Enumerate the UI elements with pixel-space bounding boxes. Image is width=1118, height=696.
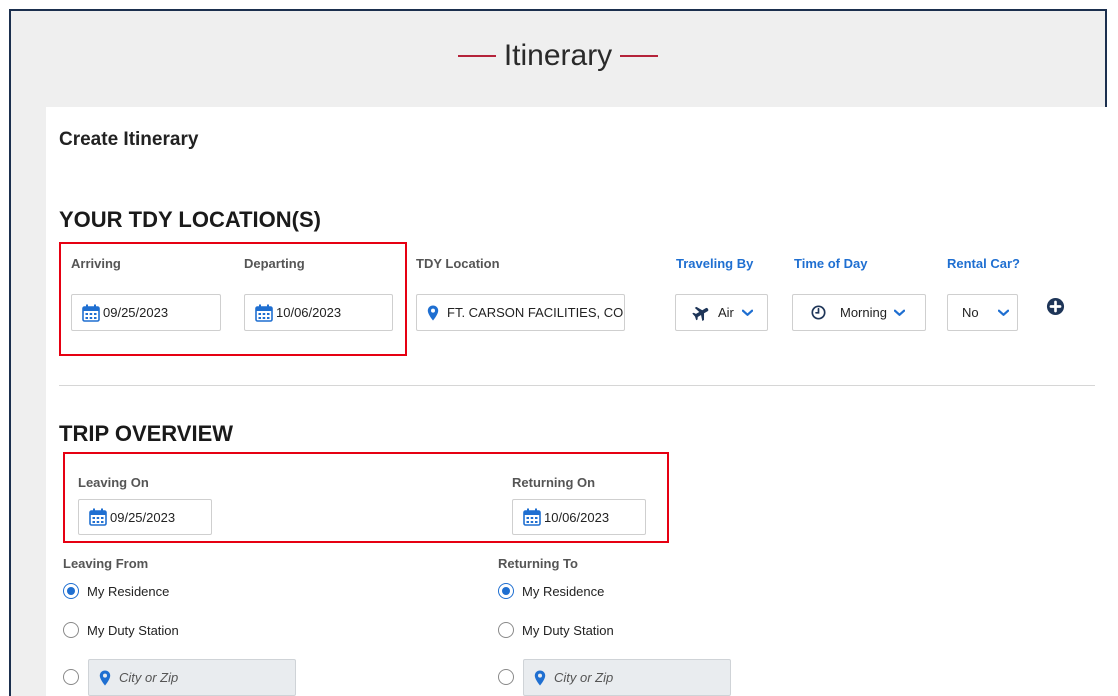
traveling-by-select[interactable]: Air [675, 294, 768, 331]
window-frame: Itinerary Create Itinerary YOUR TDY LOCA… [9, 9, 1109, 696]
arriving-date-input[interactable]: 09/25/2023 [71, 294, 221, 331]
leaving-from-residence-label: My Residence [87, 583, 170, 599]
chevron-down-icon [741, 309, 753, 316]
calendar-icon [89, 508, 107, 526]
title-rule-left [457, 55, 496, 57]
section-divider [59, 385, 1095, 386]
itinerary-card: Create Itinerary YOUR TDY LOCATION(S) Ar… [46, 107, 1109, 696]
leaving-on-label: Leaving On [78, 475, 149, 490]
calendar-icon [523, 508, 541, 526]
returning-to-duty-station-radio[interactable] [498, 622, 514, 638]
rental-car-select[interactable]: No [947, 294, 1018, 331]
returning-to-city-radio[interactable] [498, 669, 514, 685]
leaving-from-city-radio[interactable] [63, 669, 79, 685]
returning-to-residence-label: My Residence [522, 583, 605, 599]
returning-to-city-option[interactable] [498, 669, 522, 685]
add-location-button[interactable] [1046, 297, 1065, 316]
leaving-on-date-value: 09/25/2023 [110, 509, 176, 525]
rental-car-label: Rental Car? [947, 256, 1020, 271]
returning-on-label: Returning On [512, 475, 596, 490]
leaving-on-date-input[interactable]: 09/25/2023 [78, 499, 212, 535]
departing-date-input[interactable]: 10/06/2023 [244, 294, 393, 331]
returning-on-date-value: 10/06/2023 [544, 509, 610, 525]
airplane-icon [692, 306, 709, 321]
chevron-down-icon [893, 309, 905, 316]
calendar-icon [82, 304, 100, 322]
traveling-by-label: Traveling By [676, 256, 754, 271]
map-pin-icon [99, 670, 111, 685]
returning-on-date-input[interactable]: 10/06/2023 [512, 499, 646, 535]
returning-to-residence-radio[interactable] [498, 583, 514, 599]
map-pin-icon [534, 670, 546, 685]
leaving-from-duty-station-option[interactable]: My Duty Station [63, 622, 179, 638]
map-pin-icon [427, 305, 439, 320]
chevron-down-icon [997, 309, 1009, 316]
leaving-from-residence-option[interactable]: My Residence [63, 583, 169, 599]
tdy-location-label: TDY Location [416, 256, 500, 271]
calendar-icon [255, 304, 273, 322]
returning-to-city-input[interactable]: City or Zip [523, 659, 731, 696]
arriving-date-value: 09/25/2023 [103, 305, 169, 320]
tdy-location-value: FT. CARSON FACILITIES, CO [447, 305, 624, 320]
leaving-from-duty-station-label: My Duty Station [87, 622, 179, 638]
title-rule-right [620, 55, 659, 57]
returning-to-duty-station-option[interactable]: My Duty Station [498, 622, 614, 638]
time-of-day-select[interactable]: Morning [792, 294, 926, 331]
arriving-label: Arriving [71, 256, 121, 271]
returning-to-city-placeholder: City or Zip [554, 670, 614, 685]
tdy-location-input[interactable]: FT. CARSON FACILITIES, CO [416, 294, 625, 331]
leaving-from-city-option[interactable] [63, 669, 87, 685]
card-title: Create Itinerary [59, 129, 199, 150]
page-title: Itinerary [11, 39, 1105, 73]
leaving-from-duty-station-radio[interactable] [63, 622, 79, 638]
leaving-from-city-placeholder: City or Zip [119, 670, 179, 685]
trip-overview-title: TRIP OVERVIEW [59, 421, 234, 446]
clock-icon [811, 305, 826, 320]
returning-to-duty-station-label: My Duty Station [522, 622, 614, 638]
page-title-text: Itinerary [503, 39, 613, 72]
returning-to-residence-option[interactable]: My Residence [498, 583, 604, 599]
leaving-from-label: Leaving From [63, 556, 149, 571]
time-of-day-label: Time of Day [794, 256, 868, 271]
tdy-section-title: YOUR TDY LOCATION(S) [59, 207, 321, 232]
rental-car-value: No [962, 305, 979, 320]
time-of-day-value: Morning [840, 305, 887, 320]
departing-label: Departing [244, 256, 305, 271]
leaving-from-city-input[interactable]: City or Zip [88, 659, 296, 696]
returning-to-label: Returning To [498, 556, 578, 571]
departing-date-value: 10/06/2023 [276, 305, 342, 320]
traveling-by-value: Air [718, 305, 734, 320]
leaving-from-residence-radio[interactable] [63, 583, 79, 599]
